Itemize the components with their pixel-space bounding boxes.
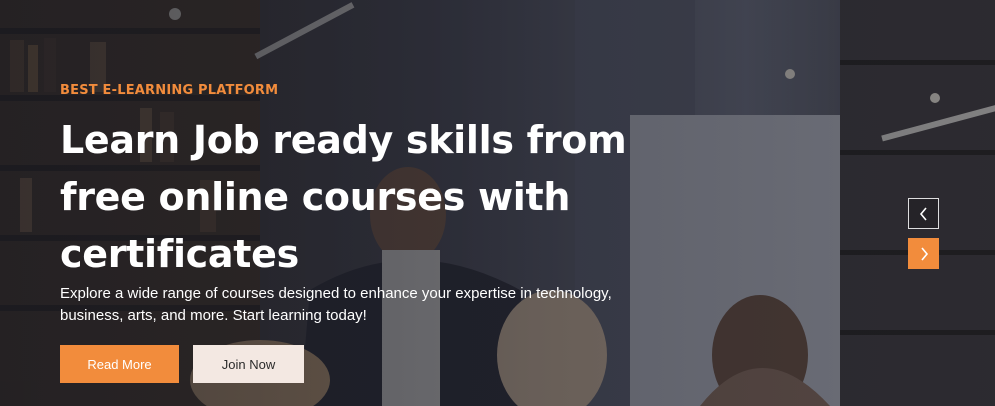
hero-banner: BEST E-LEARNING PLATFORM Learn Job ready…	[0, 0, 995, 406]
chevron-right-icon	[920, 246, 928, 261]
read-more-button[interactable]: Read More	[60, 345, 179, 383]
slider-prev-button[interactable]	[908, 198, 939, 229]
hero-description: Explore a wide range of courses designed…	[60, 285, 612, 324]
join-now-button[interactable]: Join Now	[193, 345, 304, 383]
slider-next-button[interactable]	[908, 238, 939, 269]
hero-headline: Learn Job ready skills from free online …	[60, 118, 627, 276]
hero-subtitle: BEST E-LEARNING PLATFORM	[60, 83, 279, 98]
chevron-left-icon	[919, 206, 927, 221]
